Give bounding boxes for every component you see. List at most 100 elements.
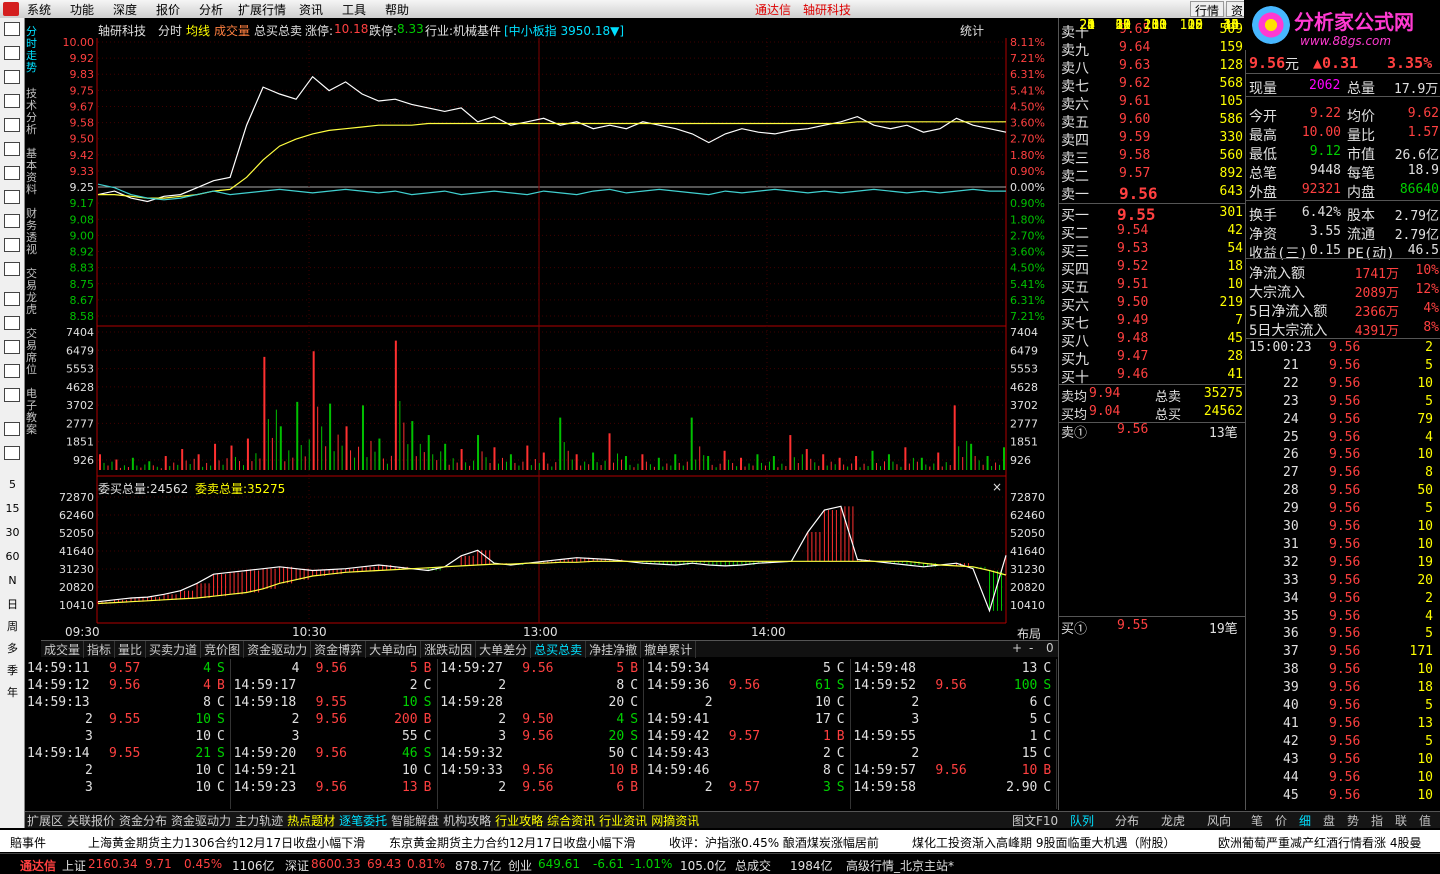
sell-level-price[interactable]: 9.58	[1119, 148, 1150, 163]
rtab-dragon[interactable]: 龙虎	[1159, 812, 1187, 829]
report-icon[interactable]	[4, 118, 20, 132]
rtab-pan[interactable]: 盘	[1323, 812, 1335, 829]
period-15[interactable]: 15	[0, 502, 25, 515]
rtab-wind[interactable]: 风向	[1205, 812, 1233, 829]
chart-icon[interactable]	[4, 190, 20, 204]
period-year[interactable]: 年	[0, 684, 25, 700]
period-30[interactable]: 30	[0, 526, 25, 539]
buy-level-price[interactable]: 9.49	[1117, 313, 1148, 328]
btab-fund-dist[interactable]: 资金分布	[117, 812, 169, 829]
news-item[interactable]: 賠事件	[10, 834, 46, 851]
quote-button[interactable]: 行情	[1190, 1, 1225, 18]
tab-cause[interactable]: 涨跌动因	[421, 641, 477, 658]
menu-depth[interactable]: 深度	[113, 1, 137, 18]
server-status[interactable]: 高级行情_北京主站*	[846, 857, 954, 874]
rtab-link[interactable]: 联	[1395, 812, 1407, 829]
period-5[interactable]: 5	[0, 478, 25, 491]
tab-net-order[interactable]: 净挂净撤	[586, 641, 642, 658]
percent-icon[interactable]	[4, 340, 20, 354]
period-day[interactable]: 日	[0, 596, 25, 612]
btab-general[interactable]: 综合资讯	[545, 812, 597, 829]
wave-icon[interactable]	[4, 292, 20, 306]
sh-label[interactable]: 上证	[62, 857, 86, 874]
menu-help[interactable]: 帮助	[385, 1, 409, 18]
buy-level-price[interactable]: 9.55	[1117, 205, 1156, 224]
vtab-seats[interactable]: 交易席位	[26, 328, 39, 376]
stat-button[interactable]: 统计	[960, 22, 984, 39]
vtab-tutorial[interactable]: 电子教案	[26, 388, 39, 436]
rtab-queue[interactable]: 队列	[1068, 812, 1096, 829]
btab-digest[interactable]: 网摘资讯	[649, 812, 701, 829]
f5-icon[interactable]	[4, 422, 20, 436]
menu-tools[interactable]: 工具	[342, 1, 366, 18]
period-60[interactable]: 60	[0, 550, 25, 563]
trend-icon[interactable]	[4, 70, 20, 84]
buy-level-price[interactable]: 9.48	[1117, 331, 1148, 346]
sell-level-price[interactable]: 9.57	[1119, 166, 1150, 181]
cy-label[interactable]: 创业	[508, 857, 532, 874]
tab-total-buy-sell[interactable]: 总买总卖	[531, 641, 587, 658]
list-icon[interactable]	[4, 46, 20, 60]
vtab-dragon[interactable]: 交易龙虎	[26, 268, 39, 316]
sz-label[interactable]: 深证	[285, 857, 309, 874]
news-icon[interactable]	[4, 166, 20, 180]
btab-ext[interactable]: 扩展区	[25, 812, 65, 829]
tab-volume[interactable]: 成交量	[41, 641, 85, 658]
zoom-in-button[interactable]: +	[1009, 641, 1025, 655]
fx-icon[interactable]	[4, 238, 20, 252]
sell-level-price[interactable]: 9.56	[1119, 184, 1158, 203]
sell-level-price[interactable]: 9.61	[1119, 94, 1150, 109]
kline-icon[interactable]	[4, 94, 20, 108]
btab-industry-info[interactable]: 行业资讯	[597, 812, 649, 829]
rtab-index[interactable]: 指	[1371, 812, 1383, 829]
rtab-value[interactable]: 值	[1419, 812, 1431, 829]
sell-level-price[interactable]: 9.63	[1119, 58, 1150, 73]
buy-level-price[interactable]: 9.52	[1117, 259, 1148, 274]
refresh-icon[interactable]	[4, 446, 20, 460]
tab-indicator[interactable]: 指标	[84, 641, 116, 658]
menu-quote[interactable]: 报价	[156, 1, 180, 18]
tab-cancel[interactable]: 撤单累计	[641, 641, 697, 658]
sell-level-price[interactable]: 9.64	[1119, 40, 1150, 55]
buy-level-price[interactable]: 9.46	[1117, 367, 1148, 382]
tab-volume-ratio[interactable]: 量比	[115, 641, 147, 658]
f10-icon[interactable]	[4, 142, 20, 156]
btab-inst[interactable]: 机构攻略	[441, 812, 493, 829]
news-item[interactable]: 东京黄金期货主力合约12月17日收盘小幅下滑	[389, 834, 636, 851]
sell-level-price[interactable]: 9.59	[1119, 130, 1150, 145]
btab-main-track[interactable]: 主力轨迹	[233, 812, 285, 829]
search-icon[interactable]	[4, 262, 20, 276]
buy-level-price[interactable]: 9.54	[1117, 223, 1148, 238]
rtab-dist[interactable]: 分布	[1113, 812, 1141, 829]
rtab-bi[interactable]: 笔	[1251, 812, 1263, 829]
grid-icon[interactable]	[4, 22, 20, 36]
sell-level-price[interactable]: 9.62	[1119, 76, 1150, 91]
rtab-price[interactable]: 价	[1275, 812, 1287, 829]
tab-fund-drive[interactable]: 资金驱动力	[244, 641, 312, 658]
btab-orders[interactable]: 逐笔委托	[337, 812, 389, 829]
btab-industry[interactable]: 行业攻略	[493, 812, 545, 829]
compare-icon[interactable]	[4, 316, 20, 330]
tab-fund-game[interactable]: 资金博弈	[311, 641, 367, 658]
news-item[interactable]: 欧洲葡萄严重减产红酒行情看涨 4股曼	[1218, 834, 1421, 851]
vtab-finance[interactable]: 财务透视	[26, 208, 39, 256]
tab-force[interactable]: 买卖力道	[146, 641, 202, 658]
menu-ext-market[interactable]: 扩展行情	[238, 1, 286, 18]
period-quarter[interactable]: 季	[0, 662, 25, 678]
period-week[interactable]: 周	[0, 618, 25, 634]
rtab-trend[interactable]: 势	[1347, 812, 1359, 829]
menu-analysis[interactable]: 分析	[199, 1, 223, 18]
buy-level-price[interactable]: 9.51	[1117, 277, 1148, 292]
btab-hot[interactable]: 热点题材	[285, 812, 337, 829]
formula-icon[interactable]	[4, 214, 20, 228]
sell-level-price[interactable]: 9.60	[1119, 112, 1150, 127]
tab-big-diff[interactable]: 大单差分	[476, 641, 532, 658]
btab-fund-drive[interactable]: 资金驱动力	[169, 812, 233, 829]
tab-big-order[interactable]: 大单动向	[366, 641, 422, 658]
next-icon[interactable]	[4, 364, 20, 378]
zoom-out-button[interactable]: -	[1026, 641, 1036, 655]
app-logo-icon[interactable]	[3, 2, 19, 16]
close-icon[interactable]: ×	[992, 480, 1002, 494]
vtab-intraday[interactable]: 分时走势	[26, 26, 39, 74]
vtab-technical[interactable]: 技术分析	[26, 88, 39, 136]
